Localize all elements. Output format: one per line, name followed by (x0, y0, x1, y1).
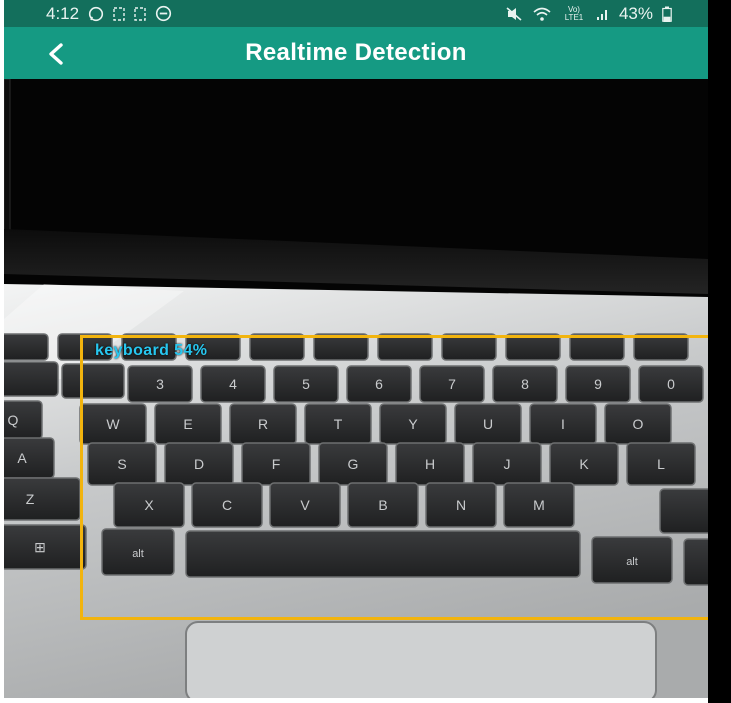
battery-icon (662, 6, 672, 22)
back-arrow-icon (49, 43, 63, 65)
detection-box: keyboard 54% (80, 335, 708, 620)
app-bar: Realtime Detection (4, 27, 708, 79)
whatsapp-icon (88, 6, 104, 22)
windows-key: ⊞ (4, 524, 87, 570)
page-title: Realtime Detection (245, 39, 467, 66)
clock-time: 4:12 (46, 3, 80, 23)
phone-screen: 4:12 Vo) LTE1 43% Realtime Detection 3 4… (4, 0, 708, 698)
status-bar: 4:12 Vo) LTE1 43% (4, 0, 708, 27)
volte-icon: Vo) LTE1 (564, 4, 584, 22)
key-blank (4, 361, 59, 397)
battery-percent: 43% (618, 3, 653, 23)
touchpad (185, 621, 657, 698)
mute-icon (505, 6, 523, 22)
back-button[interactable] (38, 36, 74, 72)
key-A: A (4, 437, 55, 479)
signal-icon (596, 7, 610, 21)
svg-text:Z: Z (26, 491, 35, 507)
svg-text:Q: Q (8, 412, 19, 428)
camera-preview: 3 4 5 6 7 8 9 0 Q W E R T Y U I O A S D F G H J K L Z X C V B N M ⊞ alt alt… (4, 79, 708, 698)
key-Q: Q (4, 400, 43, 440)
notification-icon (113, 6, 125, 21)
key-Z: Z (4, 477, 81, 521)
function-key (4, 333, 49, 361)
svg-text:A: A (17, 450, 27, 466)
detection-label: keyboard 54% (95, 342, 208, 359)
svg-text:⊞: ⊞ (34, 539, 46, 555)
notification-icon (134, 6, 146, 21)
wifi-icon (532, 6, 552, 22)
screen-edge (708, 0, 731, 703)
do-not-disturb-icon (155, 5, 172, 22)
